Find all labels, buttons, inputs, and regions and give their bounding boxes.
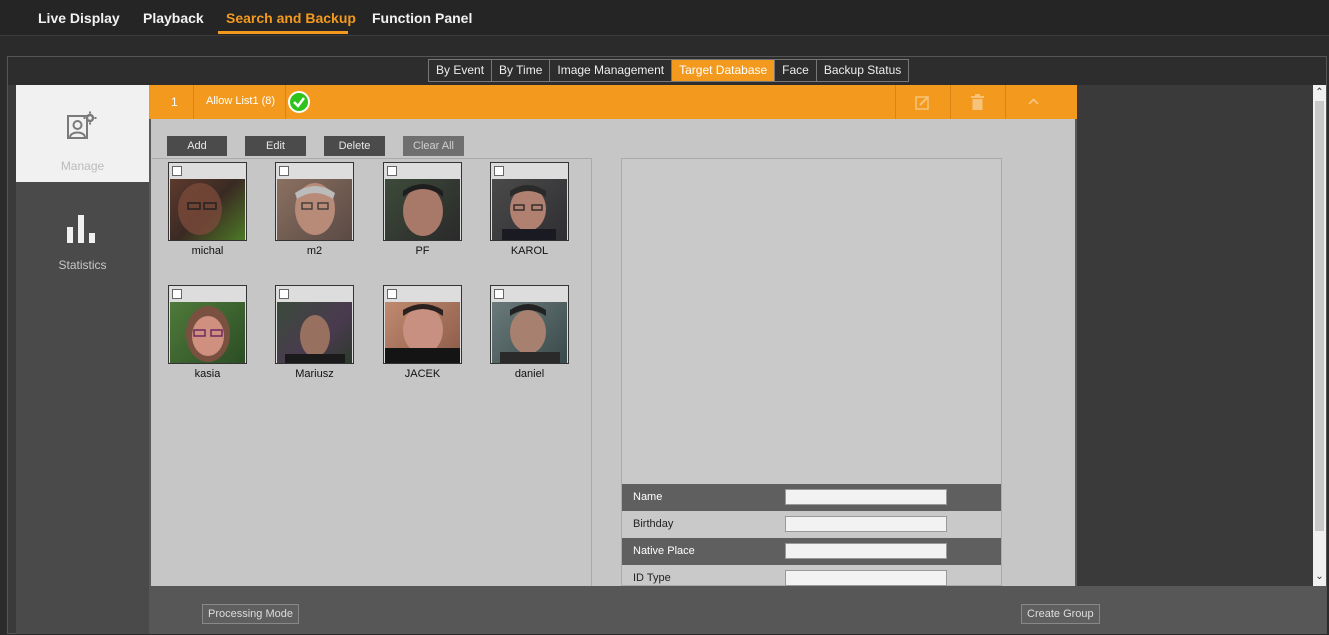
face-name: kasia [194, 368, 221, 380]
active-nav-underline [218, 31, 348, 34]
create-group-button[interactable]: Create Group [1021, 604, 1100, 624]
face-checkbox[interactable] [172, 289, 182, 299]
divider [193, 85, 194, 119]
tab-backup-status[interactable]: Backup Status [817, 60, 908, 81]
collapse-group-button[interactable] [1006, 85, 1061, 119]
bar-chart-icon [67, 215, 95, 243]
tab-target-database[interactable]: Target Database [672, 60, 776, 81]
face-checkbox[interactable] [387, 289, 397, 299]
face-tile-michal[interactable] [168, 162, 247, 241]
group-number: 1 [171, 95, 178, 109]
face-checkbox[interactable] [387, 166, 397, 176]
check-circle-icon [288, 91, 310, 113]
divider [285, 85, 286, 119]
field-id-type-row: ID Type [622, 565, 1001, 586]
face-thumbnail [277, 179, 352, 240]
face-name: JACEK [404, 368, 441, 380]
scrollbar-thumb[interactable] [1315, 101, 1324, 531]
native-place-field[interactable] [785, 543, 947, 559]
manage-person-gear-icon [67, 111, 97, 139]
sidebar-item-manage[interactable]: Manage [16, 85, 149, 182]
chevron-up-icon [1028, 98, 1039, 105]
face-thumbnail [277, 302, 352, 363]
face-thumbnail [170, 302, 245, 363]
vertical-scrollbar[interactable]: ⌃ ⌄ [1313, 85, 1326, 586]
face-name: Mariusz [295, 368, 334, 380]
face-tile-daniel[interactable] [490, 285, 569, 364]
trash-icon [971, 94, 984, 110]
field-label: Name [633, 491, 663, 503]
processing-mode-button[interactable]: Processing Mode [202, 604, 299, 624]
face-tile-kasia[interactable] [168, 285, 247, 364]
name-field[interactable] [785, 489, 947, 505]
edit-group-button[interactable] [896, 85, 950, 119]
sidebar-item-label: Statistics [58, 258, 107, 272]
sidebar-item-label: Manage [60, 159, 105, 173]
edit-icon [915, 96, 929, 110]
face-thumbnail [385, 179, 460, 240]
face-checkbox[interactable] [279, 289, 289, 299]
field-label: Native Place [633, 545, 695, 557]
face-tile-jacek[interactable] [383, 285, 462, 364]
edit-button[interactable]: Edit [245, 136, 306, 156]
nav-playback[interactable]: Playback [143, 10, 204, 26]
sidebar-item-statistics[interactable]: Statistics [16, 191, 149, 288]
id-type-field[interactable] [785, 570, 947, 586]
face-thumbnail [170, 179, 245, 240]
footer-bar: Processing Mode Create Group [149, 586, 1326, 634]
tab-by-event[interactable]: By Event [429, 60, 493, 81]
nav-live-display[interactable]: Live Display [38, 10, 120, 26]
face-name: daniel [514, 368, 545, 380]
clear-all-button[interactable]: Clear All [403, 136, 464, 156]
tab-face[interactable]: Face [775, 60, 817, 81]
face-tile-karol[interactable] [490, 162, 569, 241]
face-name: m2 [306, 245, 323, 257]
face-thumbnail [492, 302, 567, 363]
field-label: ID Type [633, 572, 671, 584]
face-tile-pf[interactable] [383, 162, 462, 241]
face-tile-m2[interactable] [275, 162, 354, 241]
delete-button[interactable]: Delete [324, 136, 385, 156]
face-name: KAROL [510, 245, 549, 257]
field-birthday-row: Birthday [622, 511, 1001, 538]
nav-function-panel[interactable]: Function Panel [372, 10, 472, 26]
add-button[interactable]: Add [167, 136, 227, 156]
field-label: Birthday [633, 518, 674, 530]
scroll-up-icon[interactable]: ⌃ [1313, 85, 1326, 101]
face-name: michal [191, 245, 224, 257]
left-sidebar: Manage Statistics [16, 85, 149, 634]
group-name: Allow List1 (8) [206, 95, 276, 107]
scroll-down-icon[interactable]: ⌄ [1313, 569, 1326, 585]
face-name: PF [415, 245, 430, 257]
right-empty-panel [1077, 85, 1313, 586]
face-thumbnail [492, 179, 567, 240]
field-native-place-row: Native Place [622, 538, 1001, 565]
group-header[interactable]: 1 Allow List1 (8) [149, 85, 1077, 119]
birthday-field[interactable] [785, 516, 947, 532]
face-checkbox[interactable] [494, 289, 504, 299]
face-checkbox[interactable] [494, 166, 504, 176]
subtab-group: By Event By Time Image Management Target… [428, 59, 910, 82]
field-name-row: Name [622, 484, 1001, 511]
delete-group-button[interactable] [951, 85, 1005, 119]
nav-search-and-backup[interactable]: Search and Backup [226, 10, 356, 26]
face-checkbox[interactable] [279, 166, 289, 176]
face-tile-mariusz[interactable] [275, 285, 354, 364]
top-navigation: Live Display Playback Search and Backup … [0, 0, 1329, 36]
tab-by-time[interactable]: By Time [492, 60, 551, 81]
tab-image-management[interactable]: Image Management [550, 60, 673, 81]
face-checkbox[interactable] [172, 166, 182, 176]
face-thumbnail [385, 302, 460, 363]
